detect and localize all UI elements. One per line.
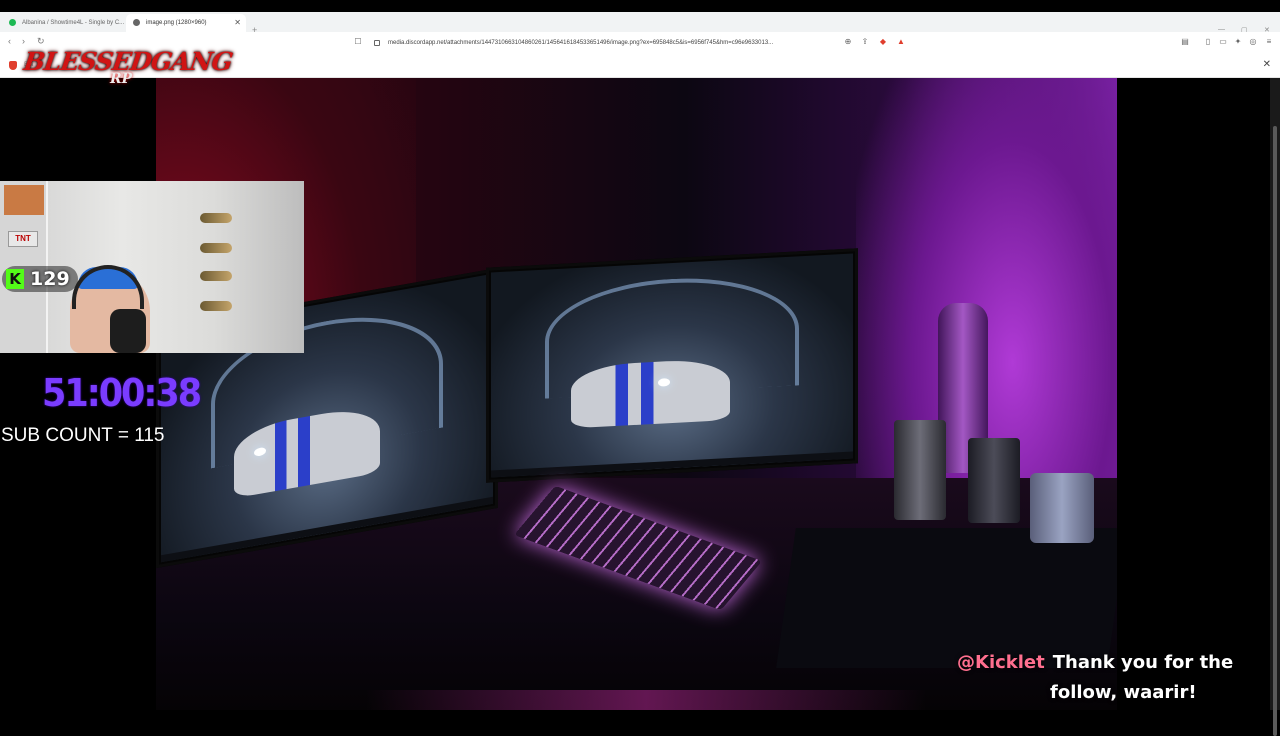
shoe bbox=[200, 301, 232, 311]
logo-sub-text: RP bbox=[110, 71, 133, 87]
led-strip bbox=[366, 690, 926, 710]
leo-icon[interactable]: ✦ bbox=[1233, 37, 1243, 47]
mug bbox=[894, 420, 946, 520]
follow-line-1: Thank you for the bbox=[1052, 652, 1234, 673]
shoe bbox=[200, 243, 232, 253]
kick-icon: K bbox=[6, 269, 24, 289]
site-info-icon[interactable] bbox=[374, 40, 380, 46]
tab-strip: Albanina / Showtime4L - Single by C... i… bbox=[0, 12, 1280, 35]
menu-icon[interactable]: ≡ bbox=[1264, 37, 1274, 47]
extensions-icon[interactable]: ▤ bbox=[1180, 37, 1190, 47]
right-monitor bbox=[486, 248, 858, 483]
box bbox=[4, 185, 44, 215]
kick-viewer-badge: K 129 bbox=[2, 266, 78, 292]
vpn-icon[interactable]: ◎ bbox=[1248, 37, 1258, 47]
follow-alert: @Kicklet Thank you for the follow, waarir… bbox=[957, 648, 1257, 708]
rewards-icon[interactable]: ▲ bbox=[896, 37, 906, 47]
follow-line-2: follow, waarir! bbox=[1050, 682, 1197, 703]
top-black-band bbox=[0, 0, 1280, 12]
tab-image[interactable]: image.png (1280×960) ✕ bbox=[126, 14, 246, 32]
url-field[interactable]: media.discordapp.net/attachments/1447310… bbox=[372, 36, 912, 50]
share-icon[interactable]: ⇪ bbox=[860, 37, 870, 47]
blessedgang-logo: BLESSEDGANG RP bbox=[22, 43, 234, 93]
url-text: media.discordapp.net/attachments/1447310… bbox=[388, 40, 774, 46]
sub-count: SUB COUNT = 115 bbox=[1, 425, 165, 446]
sidebar-icon[interactable]: ▯ bbox=[1203, 37, 1213, 47]
headlight bbox=[657, 377, 670, 387]
tab-title: Albanina / Showtime4L - Single by C... bbox=[22, 20, 125, 26]
back-icon[interactable]: ‹ bbox=[8, 36, 11, 46]
shoe-shelf bbox=[198, 209, 238, 319]
close-info-bar-icon[interactable]: ✕ bbox=[1263, 59, 1271, 70]
mug bbox=[1030, 473, 1094, 543]
tnt-box: TNT bbox=[8, 231, 38, 247]
scrollbar[interactable] bbox=[1270, 78, 1280, 736]
desk-mat bbox=[776, 528, 1117, 668]
right-monitor-screen bbox=[491, 253, 853, 478]
close-tab-icon[interactable]: ✕ bbox=[234, 14, 241, 32]
mug bbox=[968, 438, 1020, 523]
tab-title: image.png (1280×960) bbox=[146, 20, 207, 26]
spotify-icon bbox=[9, 19, 16, 26]
subathon-timer: 51:00:38 bbox=[42, 372, 202, 416]
follow-user: @Kicklet bbox=[957, 652, 1045, 673]
microphone bbox=[110, 309, 146, 353]
setup-photo bbox=[156, 78, 1117, 710]
wallet-icon[interactable]: ▭ bbox=[1218, 37, 1228, 47]
bookmark-icon[interactable]: ☐ bbox=[353, 37, 363, 47]
taskbar bbox=[491, 451, 853, 478]
brave-shield-icon[interactable]: ◆ bbox=[878, 37, 888, 47]
zoom-icon[interactable]: ⊕ bbox=[843, 37, 853, 47]
scrollbar-thumb[interactable] bbox=[1273, 126, 1277, 736]
shoe bbox=[200, 213, 232, 223]
tab-albanina[interactable]: Albanina / Showtime4L - Single by C... bbox=[2, 14, 124, 32]
globe-icon bbox=[133, 19, 140, 26]
shoe bbox=[200, 271, 232, 281]
viewer-count: 129 bbox=[30, 268, 70, 290]
brave-icon bbox=[9, 61, 17, 70]
